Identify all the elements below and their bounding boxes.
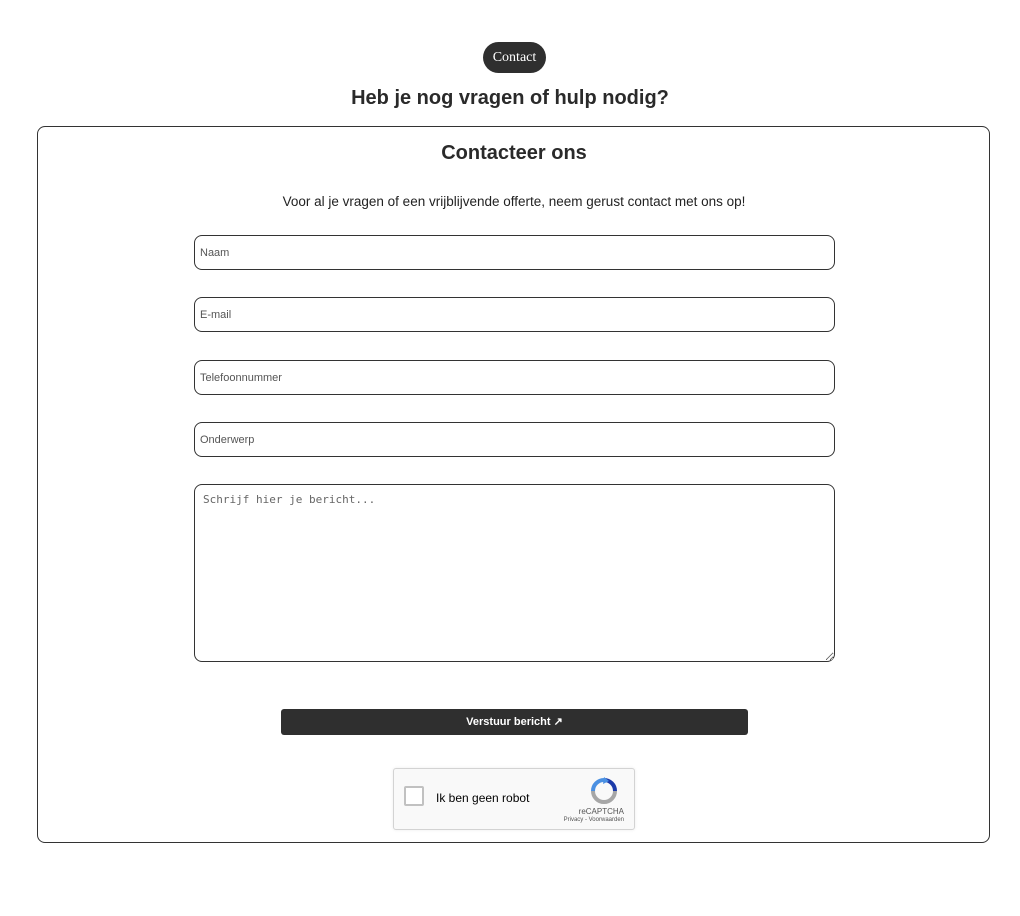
contact-badge: Contact xyxy=(483,42,546,73)
name-input[interactable] xyxy=(194,235,835,270)
recaptcha-privacy-link[interactable]: Privacy xyxy=(564,817,584,823)
subject-input[interactable] xyxy=(194,422,835,457)
card-intro-text: Voor al je vragen of een vrijblijvende o… xyxy=(282,194,746,209)
recaptcha-checkbox[interactable] xyxy=(404,786,424,806)
recaptcha-logo-icon xyxy=(591,777,617,804)
recaptcha-terms-link[interactable]: Voorwaarden xyxy=(589,817,624,823)
recaptcha-brand: reCAPTCHA xyxy=(578,807,624,816)
card-title: Contacteer ons xyxy=(441,142,587,164)
email-input[interactable] xyxy=(194,297,835,332)
submit-button[interactable]: Verstuur bericht ↗ xyxy=(281,709,748,735)
recaptcha-label: Ik ben geen robot xyxy=(436,791,530,805)
phone-input[interactable] xyxy=(194,360,835,395)
recaptcha-widget: Ik ben geen robot reCAPTCHA Privacy - Vo… xyxy=(393,768,635,830)
page-headline: Heb je nog vragen of hulp nodig? xyxy=(351,87,669,109)
recaptcha-links: Privacy - Voorwaarden xyxy=(564,817,624,823)
message-textarea[interactable] xyxy=(194,484,835,662)
